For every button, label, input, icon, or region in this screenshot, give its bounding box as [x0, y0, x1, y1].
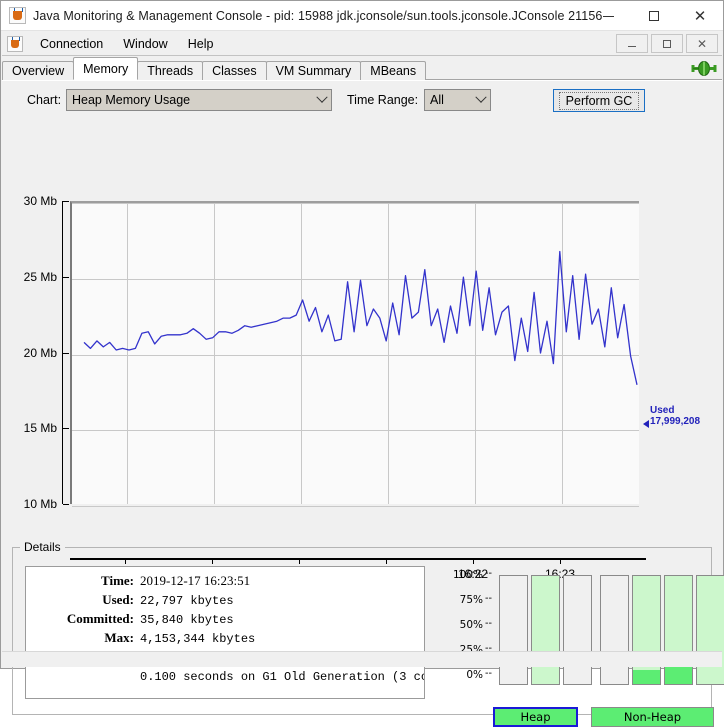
- jconsole-window: Java Monitoring & Management Console - p…: [0, 0, 724, 727]
- perform-gc-label: Perform GC: [558, 91, 640, 110]
- status-bar: [2, 651, 722, 667]
- pool-axis-dash: --: [485, 667, 492, 679]
- mdi-minimize-button[interactable]: [616, 34, 648, 53]
- tab-threads[interactable]: Threads: [137, 61, 204, 80]
- tab-vm-summary[interactable]: VM Summary: [265, 61, 362, 80]
- time-range-select-value: All: [430, 93, 444, 107]
- details-row-key: Used:: [102, 592, 134, 607]
- details-row-value: 22,797 kbytes: [140, 594, 234, 608]
- details-row-value: 35,840 kbytes: [140, 613, 234, 627]
- y-axis-tick-label: 15 Mb: [23, 421, 57, 436]
- y-axis-tick: [63, 201, 69, 202]
- details-row-value: 4,153,344 kbytes: [140, 632, 256, 646]
- perform-gc-button[interactable]: Perform GC: [553, 89, 645, 112]
- pool-axis-label: 0%: [466, 669, 483, 681]
- pool-bar-committed: [697, 576, 724, 684]
- memory-chart: 30 Mb25 Mb20 Mb15 Mb10 Mb 16:1816:1916:2…: [2, 117, 722, 581]
- mdi-restore-button[interactable]: [651, 34, 683, 53]
- chart-legend: Used 17,999,208: [650, 405, 720, 427]
- window-titlebar: Java Monitoring & Management Console - p…: [1, 1, 723, 31]
- maximize-button[interactable]: [631, 1, 677, 31]
- menu-item-connection[interactable]: Connection: [31, 34, 112, 54]
- chevron-down-icon: [313, 91, 331, 104]
- used-memory-line: [83, 250, 638, 385]
- heap-button[interactable]: Heap: [493, 707, 578, 727]
- y-axis-tick-label: 25 Mb: [23, 269, 57, 284]
- tab-overview[interactable]: Overview: [2, 61, 75, 80]
- y-axis-tick: [63, 353, 69, 354]
- legend-current-value: 17,999,208: [650, 416, 701, 427]
- details-row: Committed: 35,840 kbytes: [26, 611, 424, 630]
- details-row: Time: 2019-12-17 16:23:51: [26, 573, 424, 592]
- chart-plot-area[interactable]: [70, 201, 639, 507]
- chart-select[interactable]: Heap Memory Usage: [66, 89, 332, 111]
- y-axis-tick-label: 20 Mb: [23, 345, 57, 360]
- pool-axis-dash: --: [485, 617, 492, 629]
- pool-axis-dash: --: [485, 592, 492, 604]
- details-row: Used: 22,797 kbytes: [26, 592, 424, 611]
- maximize-icon: [649, 11, 659, 21]
- details-row: Max: 4,153,344 kbytes: [26, 630, 424, 649]
- pool-axis-label: 75%: [459, 594, 483, 606]
- y-axis-tick: [63, 428, 69, 429]
- details-row-key: Committed:: [66, 611, 134, 626]
- menu-item-window[interactable]: Window: [114, 34, 176, 54]
- close-button[interactable]: ✕: [677, 1, 723, 31]
- chart-select-value: Heap Memory Usage: [72, 93, 191, 107]
- time-range-label: Time Range:: [347, 93, 419, 107]
- java-cup-icon: [9, 7, 26, 24]
- legend-series-name: Used: [650, 405, 675, 416]
- y-axis-tick-label: 30 Mb: [23, 194, 57, 208]
- details-row: 0.100 seconds on G1 Old Generation (3 co…: [26, 668, 424, 687]
- details-row-key: Max:: [104, 630, 134, 645]
- pool-bar-committed: [633, 576, 660, 684]
- chart-controls: Chart: Heap Memory Usage Time Range: All…: [2, 89, 722, 113]
- details-row-value: 2019-12-17 16:23:51: [140, 573, 251, 588]
- details-text-panel[interactable]: Time: 2019-12-17 16:23:51 Used: 22,797 kbyt…: [25, 566, 425, 699]
- details-row-key: Time:: [101, 573, 134, 588]
- pool-axis-label: 50%: [459, 619, 483, 631]
- tab-bar: Overview Memory Threads Classes VM Summa…: [2, 56, 722, 80]
- y-axis-tick-label: 10 Mb: [23, 497, 57, 511]
- window-title: Java Monitoring & Management Console - p…: [33, 8, 603, 23]
- minimize-button[interactable]: [585, 1, 631, 31]
- window-controls: ✕: [585, 1, 723, 31]
- chart-label: Chart:: [27, 93, 62, 107]
- mdi-close-button[interactable]: ✕: [686, 34, 718, 53]
- minimize-icon: [628, 46, 636, 47]
- pool-axis-dash: --: [485, 567, 492, 579]
- menu-item-help[interactable]: Help: [179, 34, 223, 54]
- nonheap-button-label: Non-Heap: [623, 710, 682, 724]
- tab-mbeans[interactable]: MBeans: [360, 61, 427, 80]
- memory-pool-bars: 100% -- 75% -- 50% -- 25% -- 0% -- Heap Non-Heap: [443, 566, 724, 727]
- details-group-label: Details: [20, 540, 65, 554]
- details-group: Details Time: 2019-12-17 16:23:51 Used: 22,…: [12, 540, 724, 727]
- nonheap-button[interactable]: Non-Heap: [591, 707, 714, 727]
- chevron-down-icon: [472, 91, 490, 104]
- restore-icon: [663, 39, 671, 48]
- pool-bar-used: [633, 669, 660, 684]
- heap-button-label: Heap: [520, 710, 551, 724]
- mdi-window-controls: ✕: [616, 34, 718, 53]
- tab-memory[interactable]: Memory: [73, 57, 139, 80]
- details-rows: Time: 2019-12-17 16:23:51 Used: 22,797 kbyt…: [26, 567, 424, 687]
- menubar: Connection Window Help ✕: [2, 32, 722, 56]
- details-row-value: 0.100 seconds on G1 Old Generation (3 co…: [140, 670, 424, 684]
- minimize-icon: [602, 15, 614, 17]
- pool-axis-label: 100%: [452, 569, 483, 581]
- tab-classes[interactable]: Classes: [202, 61, 267, 80]
- close-icon: ✕: [696, 36, 708, 51]
- close-icon: ✕: [693, 6, 707, 25]
- green-expand-icon[interactable]: [691, 59, 717, 78]
- time-range-select[interactable]: All: [424, 89, 491, 111]
- legend-arrow-icon: [643, 420, 649, 428]
- y-axis-tick: [63, 277, 69, 278]
- pool-bar-committed: [532, 576, 559, 684]
- java-cup-icon: [7, 35, 23, 52]
- memory-tab-panel: Chart: Heap Memory Usage Time Range: All…: [2, 80, 724, 727]
- gridline: [72, 506, 639, 507]
- y-axis-tick: [63, 504, 69, 505]
